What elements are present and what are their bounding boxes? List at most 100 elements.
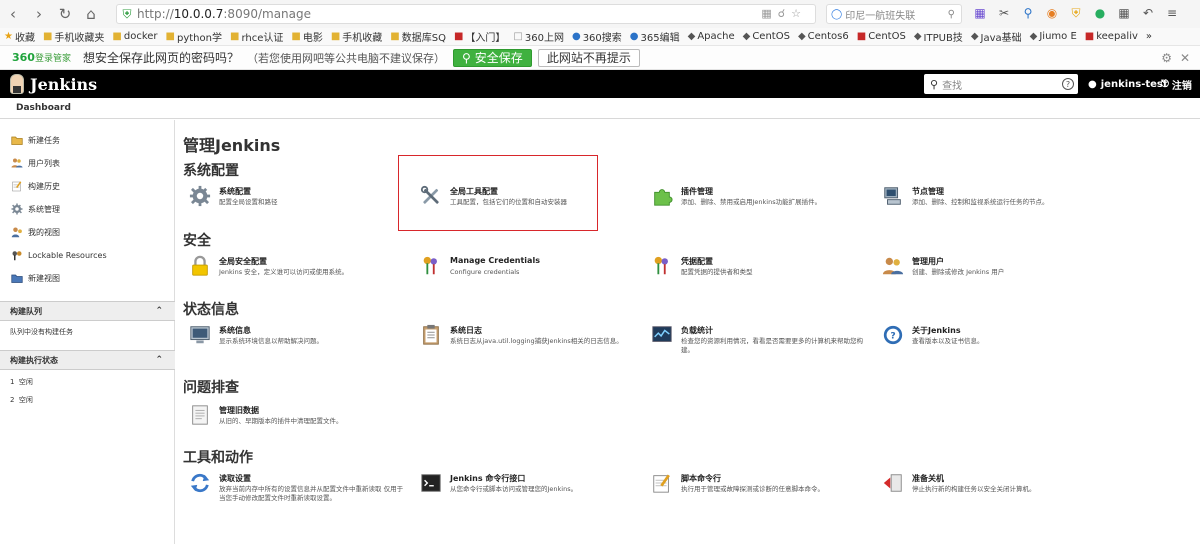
bookmark-label: 数据库SQ bbox=[401, 33, 446, 44]
chevron-up-icon[interactable]: ⌃ bbox=[155, 355, 163, 365]
gear-icon[interactable]: ⚙ bbox=[1161, 51, 1172, 65]
build-queue-header[interactable]: 构建队列 ⌃ bbox=[0, 301, 175, 321]
user-link[interactable]: ● jenkins-test bbox=[1088, 70, 1168, 98]
address-bar[interactable]: ⛨ http:// 10.0.0.7 :8090/manage ▦☌☆ bbox=[116, 4, 816, 24]
manage-item[interactable]: 系统日志 系统日志从java.util.logging捕获Jenkins相关的日志… bbox=[414, 324, 634, 360]
manage-item-title[interactable]: 管理用户 bbox=[912, 256, 944, 267]
bookmark-item[interactable]: ■ CentOS bbox=[853, 31, 910, 42]
manage-item-title[interactable]: 插件管理 bbox=[681, 186, 713, 197]
bookmark-item[interactable]: ■ 【入门】 bbox=[450, 29, 509, 44]
bookmark-item[interactable]: ■ keepaliv bbox=[1081, 31, 1142, 42]
manage-item[interactable]: Manage Credentials Configure credentials bbox=[414, 255, 634, 291]
manage-item[interactable]: Jenkins 命令行接口 从您命令行或脚本访问或管理您的Jenkins。 bbox=[414, 472, 634, 508]
manage-item[interactable]: 全局安全配置 Jenkins 安全，定义谁可以访问或使用系统。 bbox=[183, 255, 403, 291]
manage-item-title[interactable]: 系统信息 bbox=[219, 325, 251, 336]
bookmark-item[interactable]: ■ 手机收藏 bbox=[327, 29, 386, 44]
manage-item-title[interactable]: 全局安全配置 bbox=[219, 256, 267, 267]
manage-item[interactable]: ? 关于Jenkins 查看版本以及证书信息。 bbox=[876, 324, 1096, 360]
bookmark-item[interactable]: ◆ Apache bbox=[684, 31, 739, 42]
manage-item[interactable]: 准备关机 停止执行新的构建任务以安全关闭计算机。 bbox=[876, 472, 1096, 508]
forward-icon[interactable]: › bbox=[26, 0, 52, 28]
manage-item[interactable]: 管理旧数据 从旧的、早期版本的插件中清理配置文件。 bbox=[183, 404, 403, 440]
executors-header[interactable]: 构建执行状态 ⌃ bbox=[0, 350, 175, 370]
dark-icon: ◆ bbox=[970, 31, 979, 42]
manage-item-title[interactable]: 准备关机 bbox=[912, 473, 944, 484]
manage-item[interactable]: 系统信息 显示系统环境信息以帮助解决问题。 bbox=[183, 324, 403, 360]
section-title: 工具和动作 bbox=[183, 450, 253, 466]
jenkins-header: Jenkins ⚲ 查找 ? ● jenkins-test ⎋ 注销 bbox=[0, 70, 1200, 98]
manage-item-title[interactable]: 系统日志 bbox=[450, 325, 482, 336]
logout-link[interactable]: ⎋ 注销 bbox=[1161, 70, 1192, 98]
bookmark-item[interactable]: ■ rhce认证 bbox=[226, 29, 287, 44]
manage-item-title[interactable]: 节点管理 bbox=[912, 186, 944, 197]
bookmark-item[interactable]: ● 360搜索 bbox=[568, 29, 626, 44]
manage-item-title[interactable]: Manage Credentials bbox=[450, 256, 540, 265]
extension-grid-icon[interactable]: ▦ bbox=[972, 5, 988, 21]
manage-item[interactable]: 系统配置 配置全局设置和路径 bbox=[183, 185, 403, 221]
sidebar-item[interactable]: 我的视图 bbox=[10, 224, 60, 240]
back-icon[interactable]: ‹ bbox=[0, 0, 26, 28]
bookmark-item[interactable]: ◆ Jiumo E bbox=[1026, 31, 1081, 42]
sidebar-item[interactable]: Lockable Resources bbox=[10, 247, 107, 263]
bookmark-item[interactable]: ■ 数据库SQ bbox=[386, 29, 450, 44]
manage-item-title[interactable]: 凭据配置 bbox=[681, 256, 713, 267]
bookmark-item[interactable]: ■ python学 bbox=[162, 29, 226, 44]
sidebar-item[interactable]: 构建历史 bbox=[10, 178, 60, 194]
manage-item-title[interactable]: 负载统计 bbox=[681, 325, 713, 336]
scissors-icon[interactable]: ✂ bbox=[996, 5, 1012, 21]
browser-search-input[interactable]: ◯ 印尼一航班失联 ⚲ bbox=[826, 4, 962, 24]
manage-item[interactable]: 凭据配置 配置凭据的提供者和类型 bbox=[645, 255, 865, 291]
search-icon[interactable]: ⚲ bbox=[948, 9, 955, 20]
breadcrumb-dashboard[interactable]: Dashboard bbox=[16, 103, 71, 113]
bookmark-item[interactable]: ◆ ITPUB技 bbox=[910, 29, 967, 44]
manage-item[interactable]: 管理用户 创建、删除或修改 Jenkins 用户 bbox=[876, 255, 1096, 291]
jenkins-logo[interactable]: Jenkins bbox=[10, 74, 97, 94]
manage-item[interactable]: 插件管理 添加、删除、禁用或启用Jenkins功能扩展插件。 bbox=[645, 185, 865, 221]
manage-item-title[interactable]: 系统配置 bbox=[219, 186, 251, 197]
bookmark-item[interactable]: ■ docker bbox=[108, 31, 161, 42]
never-remind-button[interactable]: 此网站不再提示 bbox=[537, 48, 640, 67]
manage-item[interactable]: 全局工具配置 工具配置，包括它们的位置和自动安装器 bbox=[414, 185, 634, 221]
jenkins-search-input[interactable]: ⚲ 查找 ? bbox=[924, 74, 1078, 94]
apps-icon[interactable]: ▦ bbox=[1116, 5, 1132, 21]
reload-icon[interactable]: ↻ bbox=[52, 0, 78, 28]
manage-item-title[interactable]: Jenkins 命令行接口 bbox=[450, 473, 525, 484]
home-icon[interactable]: ⌂ bbox=[78, 0, 104, 28]
bookmark-item[interactable]: □ 360上网 bbox=[509, 29, 568, 44]
close-icon[interactable]: ✕ bbox=[1180, 51, 1190, 65]
chevron-up-icon[interactable]: ⌃ bbox=[155, 306, 163, 316]
manage-item-title[interactable]: 读取设置 bbox=[219, 473, 251, 484]
magnifier-icon[interactable]: ⚲ bbox=[1020, 5, 1036, 21]
manage-item-title[interactable]: 管理旧数据 bbox=[219, 405, 259, 416]
manage-item-title[interactable]: 脚本命令行 bbox=[681, 473, 721, 484]
bookmark-item[interactable]: ● 365编辑 bbox=[626, 29, 684, 44]
bookmark-item[interactable]: ★ 收藏 bbox=[0, 29, 39, 44]
bookmarks-more-icon[interactable]: » bbox=[1142, 31, 1156, 42]
game-icon[interactable]: ◉ bbox=[1044, 5, 1060, 21]
url-tools-icon[interactable]: ▦☌☆ bbox=[761, 7, 807, 20]
shield-ext-icon[interactable]: ⛨ bbox=[1068, 5, 1084, 21]
bookmark-item[interactable]: ■ 电影 bbox=[287, 29, 326, 44]
sidebar-item[interactable]: 用户列表 bbox=[10, 155, 60, 171]
wechat-icon[interactable]: ● bbox=[1092, 5, 1108, 21]
manage-item[interactable]: 负载统计 检查您的资源利用情况，看看是否需要更多的计算机来帮助您构建。 bbox=[645, 324, 865, 360]
sidebar-item-label: 我的视图 bbox=[28, 227, 60, 237]
sidebar-item[interactable]: 系统管理 bbox=[10, 201, 60, 217]
safe-save-button[interactable]: ⚲ 安全保存 bbox=[453, 48, 532, 67]
menu-icon[interactable]: ≡ bbox=[1164, 5, 1180, 21]
bookmark-item[interactable]: ◆ Java基础 bbox=[967, 29, 1026, 44]
manage-item[interactable]: 节点管理 添加、删除、控制和监视系统运行任务的节点。 bbox=[876, 185, 1096, 221]
manage-item-title[interactable]: 关于Jenkins bbox=[912, 325, 961, 336]
sidebar-item[interactable]: 新建视图 bbox=[10, 270, 60, 286]
bookmark-item[interactable]: ■ 手机收藏夹 bbox=[39, 29, 108, 44]
manage-item[interactable]: 读取设置 放弃当前内存中所有的设置信息并从配置文件中重新读取 仅用于当您手动修改配… bbox=[183, 472, 403, 508]
bookmark-item[interactable]: ◆ CentOS bbox=[739, 31, 794, 42]
undo-icon[interactable]: ↶ bbox=[1140, 5, 1156, 21]
sidebar-item[interactable]: 新建任务 bbox=[10, 132, 60, 148]
page-title: 管理Jenkins bbox=[183, 136, 281, 155]
manage-item[interactable]: 脚本命令行 执行用于管理或故障探测或诊断的任意脚本命令。 bbox=[645, 472, 865, 508]
manage-item-desc: 创建、删除或修改 Jenkins 用户 bbox=[912, 268, 1005, 276]
manage-item-title[interactable]: 全局工具配置 bbox=[450, 186, 498, 197]
bookmark-item[interactable]: ◆ Centos6 bbox=[794, 31, 853, 42]
help-icon[interactable]: ? bbox=[1062, 78, 1074, 90]
